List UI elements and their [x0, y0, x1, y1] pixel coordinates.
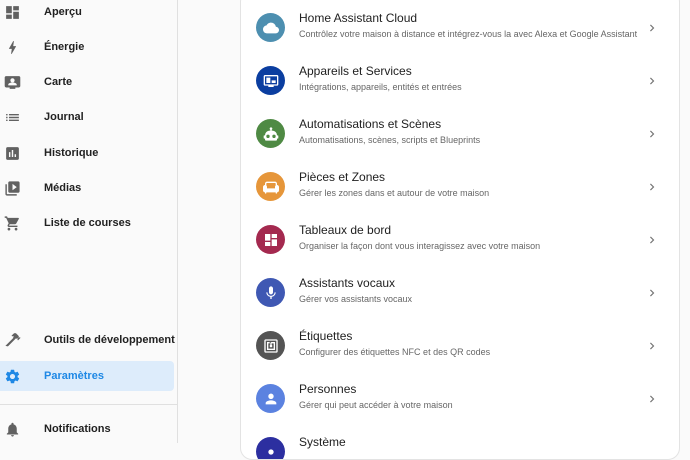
- map-icon: [4, 74, 21, 91]
- sidebar: Aperçu Énergie Carte Journal Historique …: [0, 0, 178, 443]
- settings-row-automatisations-et-scenes[interactable]: Automatisations et Scènes Automatisation…: [241, 107, 679, 160]
- settings-row-title: Automatisations et Scènes: [299, 117, 442, 131]
- sidebar-item-energie[interactable]: Énergie: [0, 32, 174, 62]
- lightning-icon: [4, 39, 21, 56]
- settings-row-description: Intégrations, appareils, entités et entr…: [299, 82, 462, 92]
- sidebar-item-medias[interactable]: Médias: [0, 173, 174, 203]
- media-icon: [4, 180, 21, 197]
- settings-row-description: Configurer des étiquettes NFC et des QR …: [299, 347, 491, 357]
- sidebar-item-label: Aperçu: [44, 6, 82, 18]
- bell-icon: [4, 421, 21, 438]
- gear-icon: [4, 368, 21, 385]
- sidebar-item-apercu[interactable]: Aperçu: [0, 0, 174, 27]
- person-icon: [256, 384, 285, 413]
- list-icon: [4, 109, 21, 126]
- settings-row-home-assistant-cloud[interactable]: Home Assistant Cloud Contrôlez votre mai…: [241, 1, 679, 54]
- sidebar-item-label: Carte: [44, 76, 73, 88]
- settings-row-description: Organiser la façon dont vous interagisse…: [299, 241, 541, 251]
- settings-row-description: Automatisations, scènes, scripts et Blue…: [299, 135, 481, 145]
- nfc-tag-icon: [256, 331, 285, 360]
- sidebar-item-historique[interactable]: Historique: [0, 138, 174, 168]
- sidebar-item-label: Paramètres: [44, 370, 104, 382]
- settings-row-title: Appareils et Services: [299, 64, 412, 78]
- sidebar-item-label: Historique: [44, 147, 99, 159]
- sidebar-item-label: Notifications: [44, 423, 111, 435]
- chevron-right-icon: [645, 286, 659, 300]
- settings-row-description: Gérer les zones dans et autour de votre …: [299, 188, 490, 198]
- chevron-right-icon: [645, 127, 659, 141]
- settings-row-description: Gérer vos assistants vocaux: [299, 294, 413, 304]
- settings-row-title: Tableaux de bord: [299, 223, 392, 237]
- sidebar-divider: [0, 404, 178, 405]
- sidebar-item-carte[interactable]: Carte: [0, 67, 174, 97]
- cloud-lock-icon: [256, 13, 285, 42]
- settings-row-title: Étiquettes: [299, 329, 353, 343]
- settings-row-title: Système: [299, 435, 346, 449]
- chevron-right-icon: [645, 74, 659, 88]
- settings-row-description: Contrôlez votre maison à distance et int…: [299, 29, 638, 39]
- settings-row-title: Pièces et Zones: [299, 170, 386, 184]
- devices-icon: [256, 66, 285, 95]
- sidebar-item-label: Journal: [44, 111, 84, 123]
- settings-row-appareils-et-services[interactable]: Appareils et Services Intégrations, appa…: [241, 54, 679, 107]
- settings-row-personnes[interactable]: Personnes Gérer qui peut accéder à votre…: [241, 372, 679, 425]
- sidebar-item-label: Liste de courses: [44, 217, 131, 229]
- sidebar-item-label: Médias: [44, 182, 82, 194]
- chevron-right-icon: [645, 233, 659, 247]
- chevron-right-icon: [645, 392, 659, 406]
- settings-row-title: Personnes: [299, 382, 357, 396]
- cart-icon: [4, 215, 21, 232]
- settings-row-pieces-et-zones[interactable]: Pièces et Zones Gérer les zones dans et …: [241, 160, 679, 213]
- settings-row-etiquettes[interactable]: Étiquettes Configurer des étiquettes NFC…: [241, 319, 679, 372]
- robot-icon: [256, 119, 285, 148]
- sidebar-item-label: Énergie: [44, 41, 85, 53]
- dashboard-icon: [4, 4, 21, 21]
- settings-card: Home Assistant Cloud Contrôlez votre mai…: [240, 0, 680, 460]
- settings-row-title: Assistants vocaux: [299, 276, 396, 290]
- sidebar-item-label: Outils de développement: [44, 334, 175, 346]
- chevron-right-icon: [645, 339, 659, 353]
- sofa-icon: [256, 172, 285, 201]
- sidebar-item-liste-de-courses[interactable]: Liste de courses: [0, 208, 174, 238]
- settings-row-title: Home Assistant Cloud: [299, 11, 418, 25]
- sidebar-item-journal[interactable]: Journal: [0, 102, 174, 132]
- settings-row-assistants-vocaux[interactable]: Assistants vocaux Gérer vos assistants v…: [241, 266, 679, 319]
- system-icon: [256, 437, 285, 459]
- sidebar-item-parametres[interactable]: Paramètres: [0, 361, 174, 391]
- hammer-icon: [4, 332, 21, 349]
- chevron-right-icon: [645, 180, 659, 194]
- bar-chart-icon: [4, 145, 21, 162]
- sidebar-item-notifications[interactable]: Notifications: [0, 414, 174, 444]
- dashboard-icon: [256, 225, 285, 254]
- microphone-icon: [256, 278, 285, 307]
- chevron-right-icon: [645, 21, 659, 35]
- settings-row-description: Gérer qui peut accéder à votre maison: [299, 400, 453, 410]
- sidebar-item-outils-de-developpement[interactable]: Outils de développement: [0, 325, 175, 355]
- settings-row-tableaux-de-bord[interactable]: Tableaux de bord Organiser la façon dont…: [241, 213, 679, 266]
